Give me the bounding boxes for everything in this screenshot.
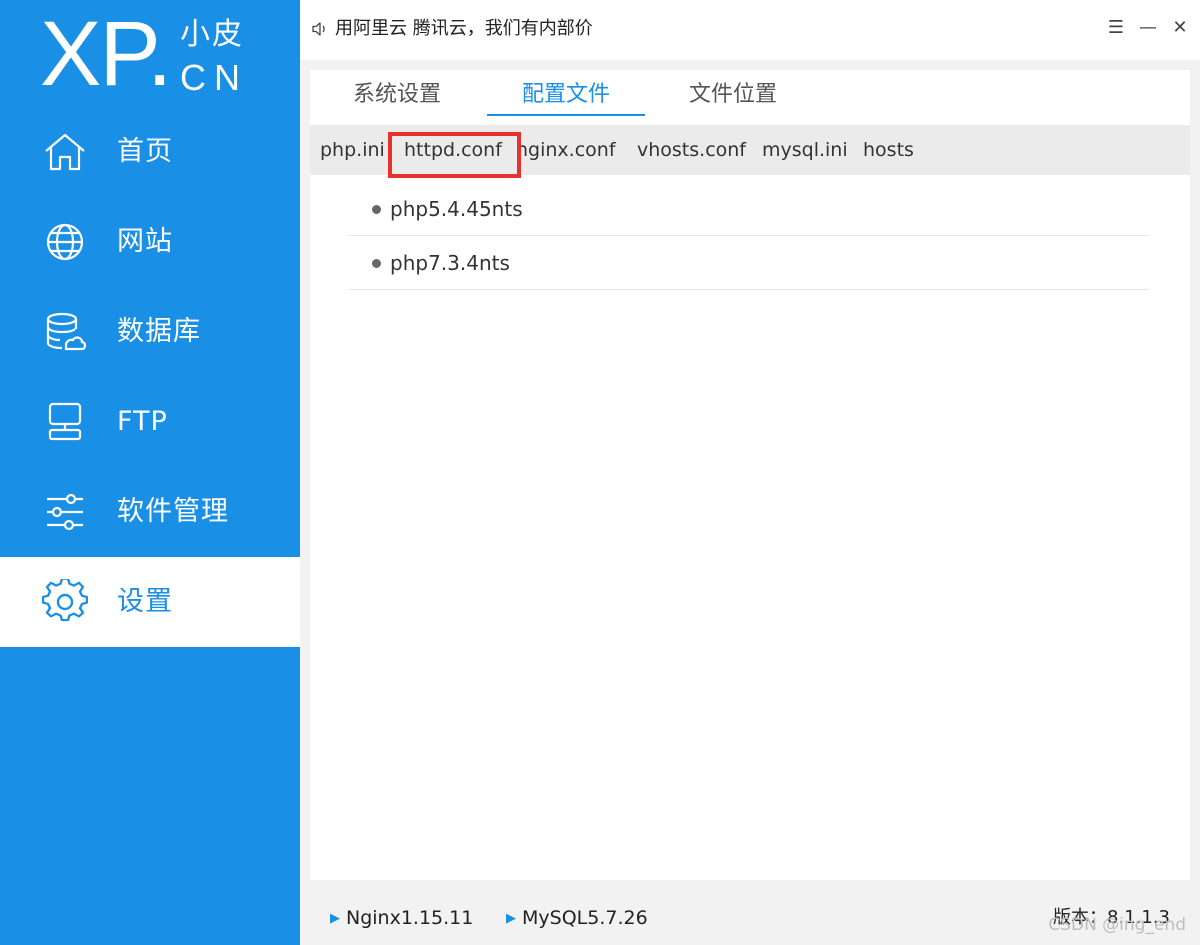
logo-cn-top: 小皮 <box>180 17 244 52</box>
bullet-icon <box>372 259 381 268</box>
minimize-button[interactable]: — <box>1138 16 1158 40</box>
announcement-text[interactable]: 用阿里云 腾讯云，我们有内部价 <box>335 17 593 41</box>
sidebar-item-label: 设置 <box>117 586 173 617</box>
sidebar-item-label: 软件管理 <box>117 496 229 527</box>
sidebar-item-settings[interactable]: 设置 <box>0 557 300 647</box>
subtab-php-ini[interactable]: php.ini <box>320 138 385 162</box>
sidebar-item-ftp[interactable]: FTP <box>0 377 300 467</box>
close-button[interactable]: ✕ <box>1170 16 1190 40</box>
play-icon: ▶ <box>506 911 516 926</box>
config-file-tabs: php.ini httpd.conf nginx.conf vhosts.con… <box>310 125 1190 178</box>
list-item[interactable]: php5.4.45nts <box>349 182 1149 236</box>
php-version-list: php5.4.45nts php7.3.4nts <box>349 182 1149 290</box>
sidebar-item-websites[interactable]: 网站 <box>0 197 300 287</box>
database-icon <box>42 309 88 355</box>
subtab-mysql-ini[interactable]: mysql.ini <box>762 138 848 162</box>
tab-bar: 系统设置 配置文件 文件位置 <box>310 70 1190 125</box>
sidebar-item-label: 网站 <box>117 226 173 257</box>
sidebar-nav: 首页 网站 数据库 FTP 软件管理 设置 <box>0 107 300 647</box>
app-window: XP. 小皮 CN 首页 网站 数据库 FTP 软件管理 设置 用阿里云 腾讯云… <box>0 0 1200 945</box>
status-bar: ▶ Nginx1.15.11 ▶ MySQL5.7.26 版本：8.1.1.3 CS… <box>300 890 1200 945</box>
logo: XP. 小皮 CN <box>40 8 260 103</box>
speaker-icon <box>311 20 329 38</box>
server-icon <box>42 399 88 445</box>
subtab-nginx-conf[interactable]: nginx.conf <box>516 138 616 162</box>
main-panel: 用阿里云 腾讯云，我们有内部价 ☰ — ✕ 系统设置 配置文件 文件位置 php… <box>300 0 1200 945</box>
list-item[interactable]: php7.3.4nts <box>349 236 1149 290</box>
sliders-icon <box>42 489 88 535</box>
sidebar-item-home[interactable]: 首页 <box>0 107 300 197</box>
tab-file-location[interactable]: 文件位置 <box>673 80 793 116</box>
list-item-label: php5.4.45nts <box>390 197 523 221</box>
service-mysql[interactable]: ▶ MySQL5.7.26 <box>506 906 648 933</box>
bullet-icon <box>372 205 381 214</box>
sidebar-item-database[interactable]: 数据库 <box>0 287 300 377</box>
watermark: CSDN @ing_end <box>1048 915 1186 935</box>
tab-system-settings[interactable]: 系统设置 <box>337 80 457 116</box>
tab-config-files[interactable]: 配置文件 <box>487 80 645 116</box>
subtab-hosts[interactable]: hosts <box>863 138 914 162</box>
list-item-label: php7.3.4nts <box>390 251 510 275</box>
sidebar: XP. 小皮 CN 首页 网站 数据库 FTP 软件管理 设置 <box>0 0 300 945</box>
menu-icon[interactable]: ☰ <box>1106 16 1126 40</box>
subtab-vhosts-conf[interactable]: vhosts.conf <box>637 138 746 162</box>
sidebar-item-label: 数据库 <box>117 316 201 347</box>
sidebar-item-label: FTP <box>117 406 168 437</box>
service-label: Nginx1.15.11 <box>346 907 474 929</box>
window-controls: ☰ — ✕ <box>1106 16 1190 40</box>
gear-icon <box>42 579 88 625</box>
content-panel: 系统设置 配置文件 文件位置 php.ini httpd.conf nginx.… <box>310 70 1190 880</box>
logo-main: XP. <box>40 3 172 105</box>
service-nginx[interactable]: ▶ Nginx1.15.11 <box>330 906 473 933</box>
globe-icon <box>42 219 88 265</box>
sidebar-item-label: 首页 <box>117 136 173 167</box>
logo-cn-bottom: CN <box>180 57 248 98</box>
subtab-httpd-conf[interactable]: httpd.conf <box>404 138 502 162</box>
home-icon <box>42 129 88 175</box>
sidebar-item-software[interactable]: 软件管理 <box>0 467 300 557</box>
title-bar: 用阿里云 腾讯云，我们有内部价 ☰ — ✕ <box>300 0 1200 60</box>
play-icon: ▶ <box>330 911 340 926</box>
service-label: MySQL5.7.26 <box>522 907 648 929</box>
